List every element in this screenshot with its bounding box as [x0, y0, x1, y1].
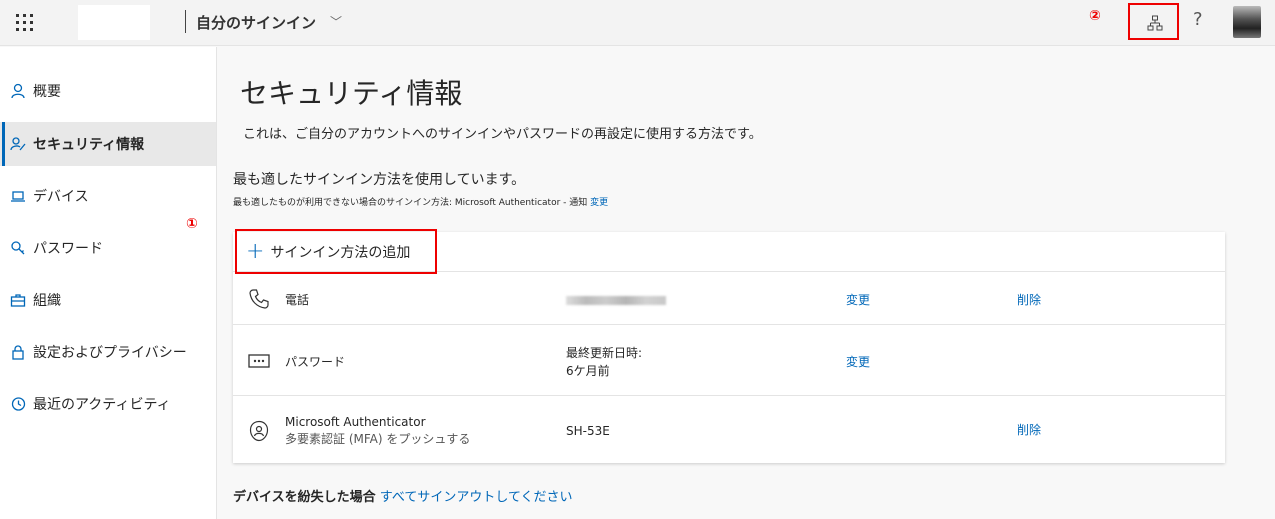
- phone-number-redacted: [566, 294, 666, 308]
- phone-icon: [247, 287, 271, 311]
- last-updated-value: 6ケ月前: [566, 364, 610, 378]
- fallback-method-text: 最も適したものが利用できない場合のサインイン方法: Microsoft Auth…: [233, 195, 608, 208]
- sidebar-item-label: パスワード: [33, 241, 103, 257]
- authenticator-icon: [247, 419, 271, 443]
- sidebar-item-devices[interactable]: デバイス: [0, 174, 216, 218]
- add-sign-in-method-button[interactable]: + サインイン方法の追加: [235, 229, 437, 274]
- help-icon[interactable]: ?: [1193, 9, 1203, 30]
- sidebar-item-overview[interactable]: 概要: [0, 69, 216, 113]
- app-launcher-icon[interactable]: [16, 13, 34, 31]
- sidebar-item-label: 最近のアクティビティ: [33, 397, 171, 413]
- method-row-phone: 電話 変更 削除: [233, 273, 1225, 325]
- history-icon: [9, 395, 27, 413]
- plus-icon: +: [246, 238, 265, 264]
- page-title: セキュリティ情報: [240, 77, 463, 110]
- page-description: これは、ご自分のアカウントへのサインインやパスワードの再設定に使用する方法です。: [243, 127, 762, 142]
- lost-device-text: デバイスを紛失した場合 すべてサインアウトしてください: [233, 486, 573, 505]
- annotation-marker-1: ①: [186, 216, 198, 232]
- sidebar: 概要 セキュリティ情報 デバイス パスワード 組織 設定およびプライバシー 最近…: [0, 47, 217, 519]
- fallback-change-link[interactable]: 変更: [590, 198, 608, 208]
- last-updated-label: 最終更新日時:: [566, 346, 643, 360]
- delete-phone-link[interactable]: 削除: [1017, 291, 1041, 308]
- sidebar-item-label: 組織: [33, 293, 61, 309]
- method-row-password: パスワード 最終更新日時: 6ケ月前 変更: [233, 326, 1225, 396]
- sidebar-item-organizations[interactable]: 組織: [0, 278, 216, 322]
- sidebar-item-recent-activity[interactable]: 最近のアクティビティ: [0, 382, 216, 426]
- security-info-icon: [9, 135, 27, 153]
- avatar[interactable]: [1233, 6, 1261, 38]
- organizations-button[interactable]: [1128, 3, 1179, 40]
- briefcase-icon: [9, 291, 27, 309]
- organization-logo: [78, 5, 150, 40]
- key-icon: [9, 239, 27, 257]
- lock-icon: [9, 343, 27, 361]
- org-chart-icon: [1147, 15, 1163, 31]
- person-icon: [9, 82, 27, 100]
- laptop-icon: [9, 187, 27, 205]
- sidebar-item-label: 設定およびプライバシー: [33, 345, 187, 361]
- default-method-status: 最も適したサインイン方法を使用しています。: [233, 172, 526, 188]
- change-password-link[interactable]: 変更: [846, 353, 870, 370]
- sidebar-item-label: セキュリティ情報: [33, 137, 145, 153]
- delete-authenticator-link[interactable]: 削除: [1017, 421, 1041, 438]
- annotation-marker-2: ②: [1089, 8, 1101, 24]
- method-name: 電話: [285, 293, 310, 307]
- chevron-down-icon[interactable]: ﹀: [330, 13, 342, 30]
- fallback-method-label: 最も適したものが利用できない場合のサインイン方法: Microsoft Auth…: [233, 198, 588, 208]
- device-name: SH-53E: [566, 424, 610, 438]
- top-bar: 自分のサインイン ﹀ ② ?: [0, 0, 1275, 46]
- header-divider: [185, 10, 186, 33]
- add-method-row: + サインイン方法の追加: [233, 229, 1225, 274]
- methods-card: + サインイン方法の追加 電話 変更 削除 パスワード 最終更新日時: 6ケ月前…: [233, 229, 1225, 463]
- sidebar-item-label: デバイス: [33, 189, 89, 205]
- password-dots-icon: [247, 349, 271, 373]
- sign-out-everywhere-link[interactable]: すべてサインアウトしてください: [380, 490, 573, 505]
- sidebar-item-settings-privacy[interactable]: 設定およびプライバシー: [0, 330, 216, 374]
- sidebar-item-security-info[interactable]: セキュリティ情報: [0, 122, 216, 166]
- method-row-authenticator: Microsoft Authenticator 多要素認証 (MFA) をプッシ…: [233, 397, 1225, 463]
- method-name: パスワード: [285, 355, 346, 369]
- sidebar-item-password[interactable]: パスワード: [0, 226, 216, 270]
- method-name: Microsoft Authenticator: [285, 415, 426, 429]
- app-title[interactable]: 自分のサインイン: [196, 12, 316, 33]
- add-method-label: サインイン方法の追加: [270, 244, 411, 261]
- lost-device-label: デバイスを紛失した場合: [233, 490, 376, 505]
- method-subtitle: 多要素認証 (MFA) をプッシュする: [285, 432, 471, 446]
- change-phone-link[interactable]: 変更: [846, 291, 870, 308]
- sidebar-item-label: 概要: [33, 84, 61, 100]
